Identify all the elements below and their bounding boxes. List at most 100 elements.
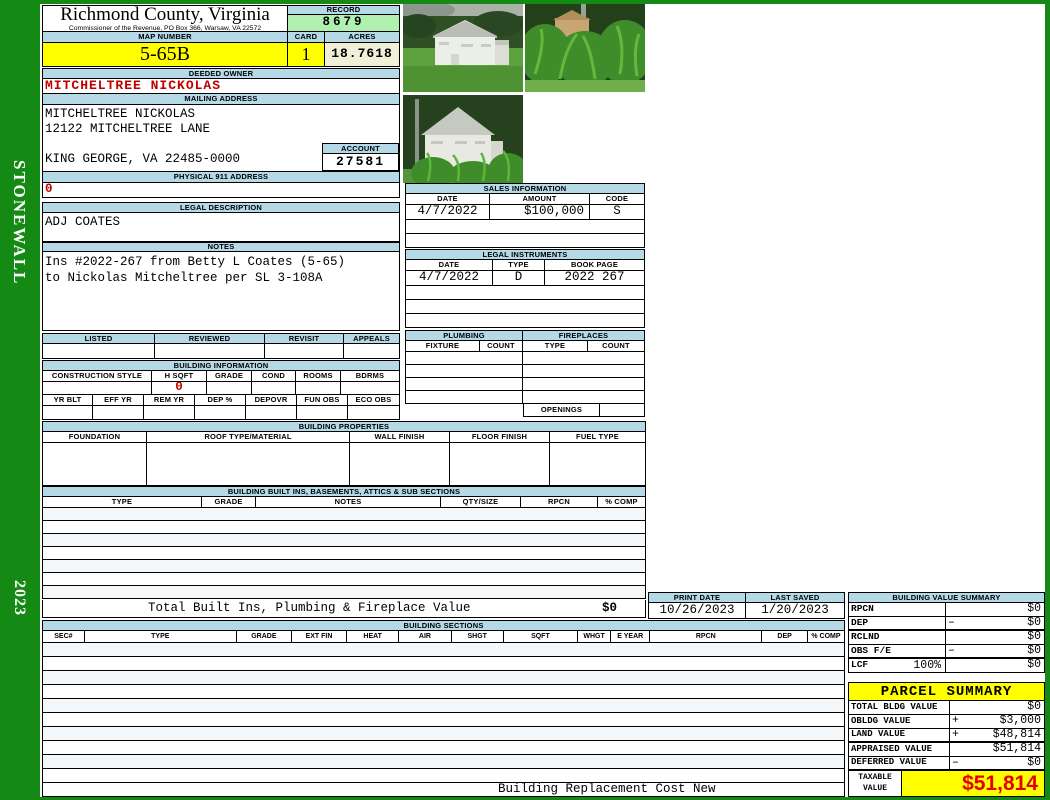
sections-empty-row — [42, 643, 845, 657]
map-number-value: 5-65B — [42, 43, 288, 67]
grade-label: GRADE — [207, 371, 252, 382]
bvs-row-value-cell: – $0 — [946, 617, 1045, 631]
plumbing-empty-cell — [405, 391, 523, 404]
sections-empty-row — [42, 671, 845, 685]
bvs-op: – — [946, 617, 955, 629]
notes-line-1: Ins #2022-267 from Betty L Coates (5-65) — [45, 254, 345, 270]
parcel-row-value-cell: + $3,000 — [950, 715, 1045, 729]
sales-block: SALES INFORMATION DATE AMOUNT CODE 4/7/2… — [405, 183, 645, 248]
bvs-row-value-cell: $0 — [946, 659, 1045, 673]
built-ins-empty-row — [42, 586, 646, 599]
account-box: ACCOUNT 27581 — [322, 143, 399, 171]
parcel-row-label: APPRAISED VALUE — [848, 743, 950, 757]
bvs-row-value-cell: $0 — [946, 603, 1045, 617]
plumbing-empty-cell — [405, 352, 523, 365]
bvs-value: $0 — [1027, 603, 1044, 616]
account-label: ACCOUNT — [322, 143, 399, 154]
sales-title: SALES INFORMATION — [405, 183, 645, 194]
acres-value: 18.7618 — [325, 43, 400, 67]
built-ins-notes-label: NOTES — [256, 497, 441, 508]
dep2-label: DEP — [762, 631, 808, 643]
eff-yr-value — [93, 406, 144, 420]
hsqft-value: 0 — [152, 382, 207, 395]
bvs-row-value-cell: – $0 — [946, 645, 1045, 659]
openings-value — [600, 404, 645, 417]
parcel-op: + — [950, 715, 959, 728]
construction-style-value — [42, 382, 152, 395]
building-value-summary-block: BUILDING VALUE SUMMARY RPCN $0 DEP – $0 … — [848, 592, 1045, 673]
built-ins-empty-row — [42, 573, 646, 586]
instruments-empty-row — [405, 314, 645, 328]
built-ins-total-value: $0 — [602, 601, 645, 617]
property-photo-barn-corn — [403, 95, 523, 183]
mailing-line-2: 12122 MITCHELTREE LANE — [45, 122, 210, 137]
fireplaces-title: FIREPLACES — [523, 330, 645, 341]
revisit-value — [265, 344, 344, 359]
taxable-value-label: TAXABLE VALUE — [848, 771, 902, 797]
fun-obs-value — [297, 406, 348, 420]
district-label: STONEWALL — [9, 160, 29, 285]
taxable-value: $51,814 — [902, 771, 1045, 797]
last-saved-label: LAST SAVED — [746, 592, 845, 603]
bvs-row-label: OBS F/E — [848, 645, 946, 659]
parcel-row-value-cell: $51,814 — [950, 743, 1045, 757]
built-ins-qty-label: QTY/SIZE — [441, 497, 521, 508]
parcel-summary-title: PARCEL SUMMARY — [848, 682, 1045, 701]
whgt-label: WHGT — [578, 631, 611, 643]
built-ins-empty-row — [42, 508, 646, 521]
openings-spacer — [405, 404, 523, 417]
eco-obs-label: ECO OBS — [348, 395, 400, 406]
plumbing-empty-cell — [405, 378, 523, 391]
notes-line-2: to Nickolas Mitcheltree per SL 3-108A — [45, 270, 323, 286]
mailing-line-3: KING GEORGE, VA 22485-0000 — [45, 152, 240, 167]
building-value-summary-title: BUILDING VALUE SUMMARY — [848, 592, 1045, 603]
sections-empty-row — [42, 727, 845, 741]
legal-description-label: LEGAL DESCRIPTION — [42, 202, 400, 213]
bvs-row-label: LCF 100% — [848, 659, 946, 673]
ext-fin-label: EXT FIN — [292, 631, 347, 643]
record-label: RECORD — [288, 6, 399, 15]
print-date-label: PRINT DATE — [648, 592, 746, 603]
depovr-label: DEPOVR — [246, 395, 297, 406]
building-information-title: BUILDING INFORMATION — [42, 360, 400, 371]
reviewed-label: REVIEWED — [155, 333, 265, 344]
instruments-block: LEGAL INSTRUMENTS DATE TYPE BOOK PAGE 4/… — [405, 249, 645, 328]
fireplaces-empty-cell — [523, 352, 645, 365]
rooms-label: ROOMS — [296, 371, 341, 382]
print-date-value: 10/26/2023 — [648, 603, 746, 619]
building-properties-block: BUILDING PROPERTIES FOUNDATION ROOF TYPE… — [42, 421, 646, 486]
depovr-value — [246, 406, 297, 420]
county-header-block: Richmond County, Virginia Commissioner o… — [42, 5, 400, 67]
instruments-title: LEGAL INSTRUMENTS — [405, 249, 645, 260]
reviewed-value — [155, 344, 265, 359]
dep-pct-value — [195, 406, 246, 420]
fireplaces-empty-cell — [523, 365, 645, 378]
sales-amount-label: AMOUNT — [490, 194, 590, 205]
built-ins-grade-label: GRADE — [202, 497, 256, 508]
record-value: 8679 — [288, 15, 399, 31]
building-properties-title: BUILDING PROPERTIES — [42, 421, 646, 432]
parcel-row-value-cell: + $48,814 — [950, 729, 1045, 743]
property-photo-barn-lawn — [403, 4, 523, 92]
notes-label: NOTES — [42, 242, 400, 252]
plumbing-empty-cell — [405, 365, 523, 378]
parcel-row-label: DEFERRED VALUE — [848, 757, 950, 771]
sales-code-label: CODE — [590, 194, 645, 205]
bvs-lcf-label: LCF — [849, 660, 868, 670]
legal-description-value: ADJ COATES — [42, 213, 400, 242]
cond-label: COND — [252, 371, 296, 382]
built-ins-empty-row — [42, 560, 646, 573]
building-sections-title: BUILDING SECTIONS — [42, 620, 845, 631]
map-number-label: MAP NUMBER — [42, 32, 288, 43]
appeals-label: APPEALS — [344, 333, 400, 344]
building-sections-block: BUILDING SECTIONS SEC# TYPE GRADE EXT FI… — [42, 620, 845, 797]
parcel-value: $3,000 — [1000, 715, 1044, 728]
grade-value — [207, 382, 252, 395]
sections-empty-row — [42, 713, 845, 727]
parcel-row-value-cell: $0 — [950, 701, 1045, 715]
built-ins-comp-label: % COMP — [598, 497, 646, 508]
notes-cell: Ins #2022-267 from Betty L Coates (5-65)… — [42, 252, 400, 331]
bvs-value: $0 — [1027, 617, 1044, 629]
sections-empty-row — [42, 685, 845, 699]
fun-obs-label: FUN OBS — [297, 395, 348, 406]
